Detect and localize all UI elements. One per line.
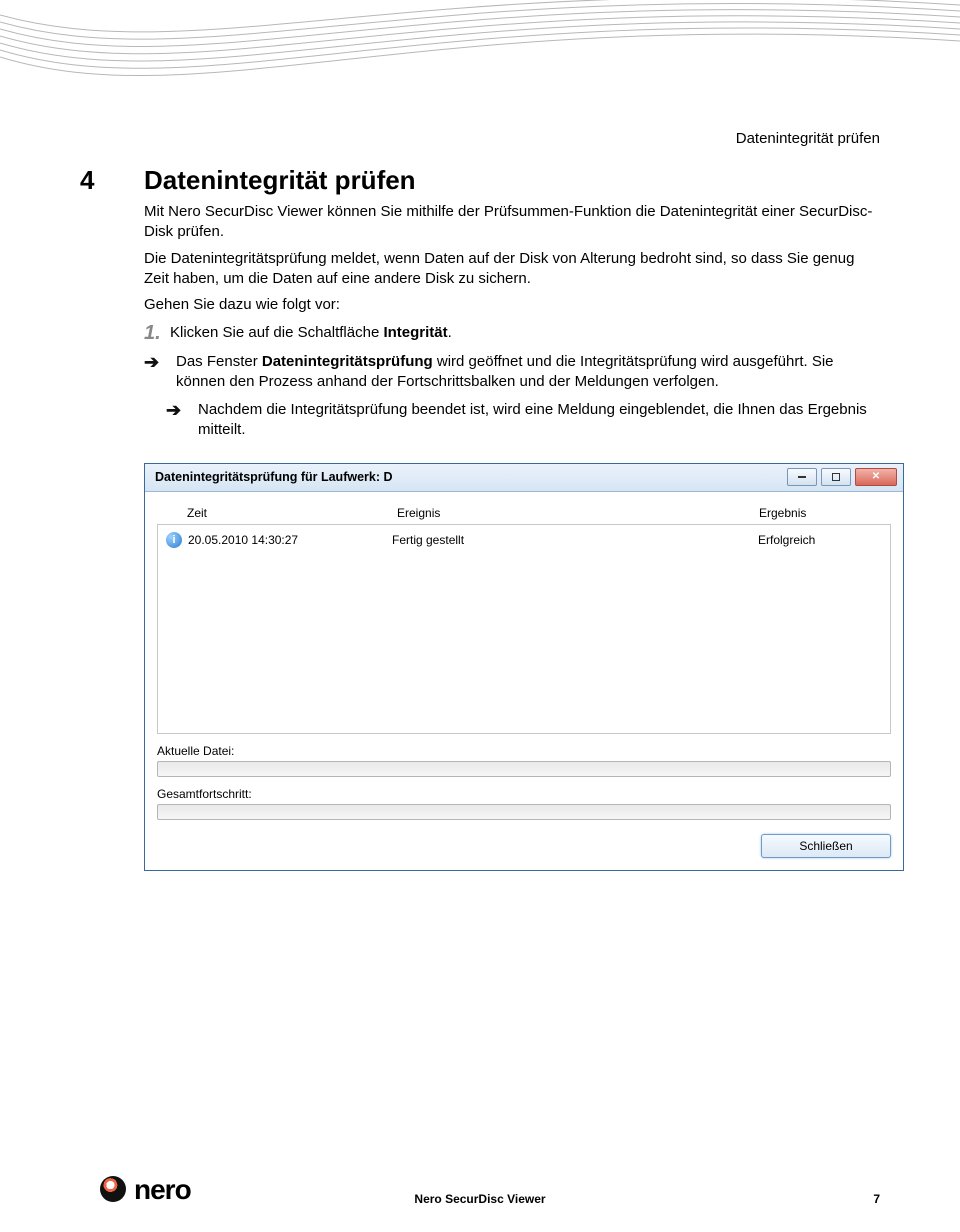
close-button[interactable]: ✕ xyxy=(855,468,897,486)
column-event: Ereignis xyxy=(397,506,759,520)
paragraph: Die Datenintegritätsprüfung meldet, wenn… xyxy=(144,249,880,290)
arrow-right-icon: ➔ xyxy=(166,400,188,441)
footer-title: Nero SecurDisc Viewer xyxy=(0,1192,960,1206)
cell-event: Fertig gestellt xyxy=(392,533,758,547)
paragraph: Mit Nero SecurDisc Viewer können Sie mit… xyxy=(144,202,880,243)
minimize-button[interactable] xyxy=(787,468,817,486)
section-title: Datenintegrität prüfen xyxy=(144,165,416,196)
overall-progress-label: Gesamtfortschritt: xyxy=(157,787,891,801)
log-panel: i 20.05.2010 14:30:27 Fertig gestellt Er… xyxy=(157,524,891,734)
window-controls: ✕ xyxy=(787,468,897,486)
page-footer: nero Nero SecurDisc Viewer 7 xyxy=(0,1174,960,1206)
paragraph: Gehen Sie dazu wie folgt vor: xyxy=(144,295,880,315)
maximize-button[interactable] xyxy=(821,468,851,486)
step-text: Klicken Sie auf die Schaltfläche Integri… xyxy=(170,323,452,343)
minimize-icon xyxy=(798,476,806,478)
info-icon: i xyxy=(166,532,182,548)
button-name-bold: Integrität xyxy=(383,324,447,341)
text: Klicken Sie auf die Schaltfläche xyxy=(170,324,383,341)
cell-result: Erfolgreich xyxy=(758,533,878,547)
maximize-icon xyxy=(832,473,840,481)
result-text: Nachdem die Integritätsprüfung beendet i… xyxy=(198,400,880,441)
table-header: Zeit Ereignis Ergebnis xyxy=(157,500,891,522)
text: . xyxy=(448,324,452,341)
close-icon: ✕ xyxy=(872,472,880,482)
result-item: ➔ Das Fenster Datenintegritätsprüfung wi… xyxy=(144,352,880,393)
text: Das Fenster xyxy=(176,353,262,370)
current-file-label: Aktuelle Datei: xyxy=(157,744,891,758)
column-time: Zeit xyxy=(187,506,397,520)
app-window: Datenintegritätsprüfung für Laufwerk: D … xyxy=(144,463,904,871)
overall-progress xyxy=(157,804,891,820)
close-dialog-button[interactable]: Schließen xyxy=(761,834,891,858)
window-title: Datenintegritätsprüfung für Laufwerk: D xyxy=(155,470,393,484)
section-number: 4 xyxy=(80,165,120,196)
page-context-label: Datenintegrität prüfen xyxy=(80,130,880,147)
current-file-progress xyxy=(157,761,891,777)
step-number: 1. xyxy=(144,323,164,343)
titlebar: Datenintegritätsprüfung für Laufwerk: D … xyxy=(145,464,903,492)
window-body: Zeit Ereignis Ergebnis i 20.05.2010 14:3… xyxy=(145,492,903,870)
window-name-bold: Datenintegritätsprüfung xyxy=(262,353,433,370)
result-item: ➔ Nachdem die Integritätsprüfung beendet… xyxy=(166,400,880,441)
table-row: i 20.05.2010 14:30:27 Fertig gestellt Er… xyxy=(158,529,890,551)
cell-time: 20.05.2010 14:30:27 xyxy=(188,533,392,547)
arrow-right-icon: ➔ xyxy=(144,352,166,393)
result-text: Das Fenster Datenintegritätsprüfung wird… xyxy=(176,352,880,393)
column-result: Ergebnis xyxy=(759,506,879,520)
step-item: 1. Klicken Sie auf die Schaltfläche Inte… xyxy=(144,323,880,343)
